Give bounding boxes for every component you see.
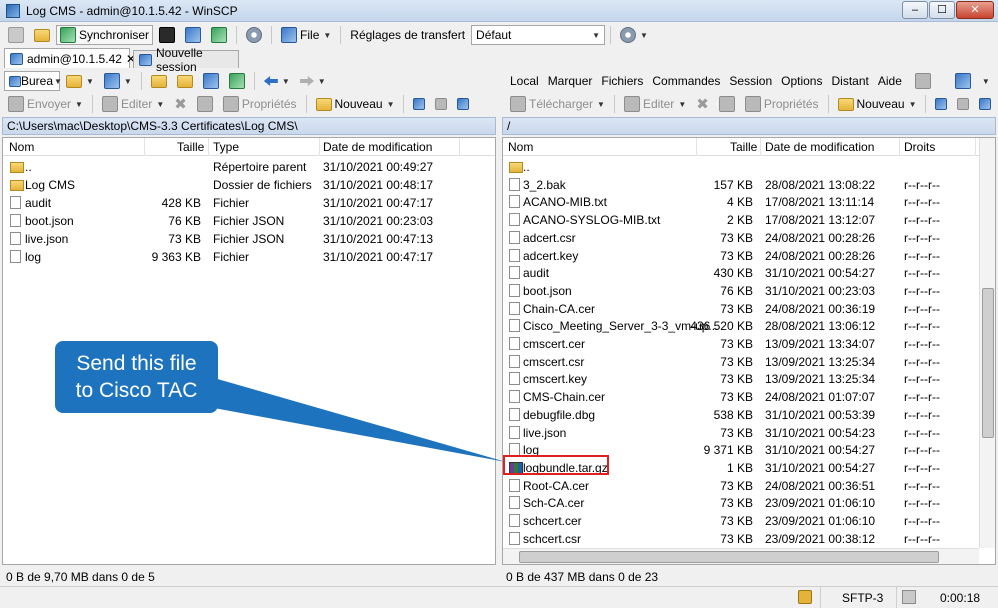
callout-line-2: to Cisco TAC (75, 379, 198, 402)
callout-line-1: Send this file (76, 352, 197, 375)
callout-arrow (214, 378, 506, 462)
callout-pointer (214, 378, 506, 462)
highlight-box (503, 455, 609, 475)
annotation-callout: Send this file to Cisco TAC (55, 341, 218, 413)
